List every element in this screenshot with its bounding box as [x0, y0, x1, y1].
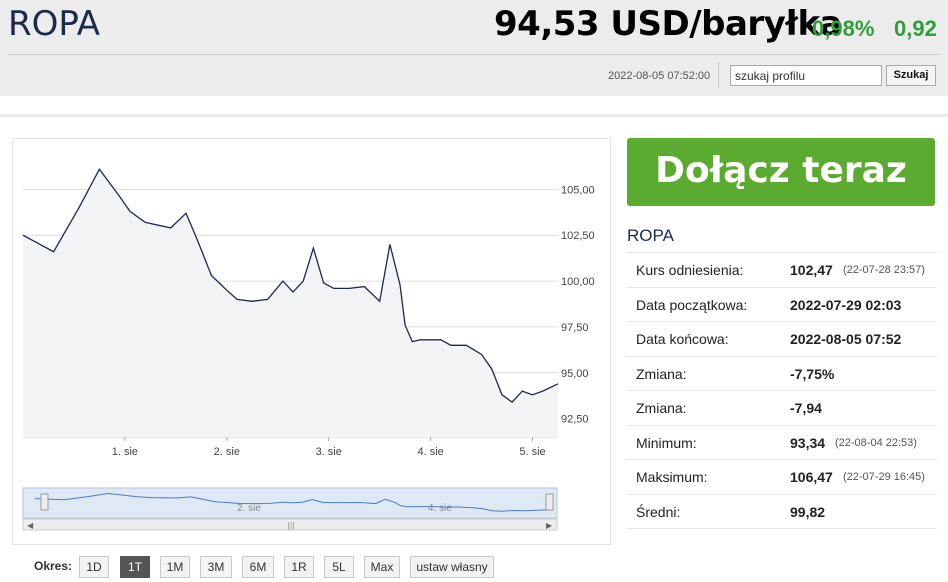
search-input[interactable]	[730, 65, 882, 86]
scroll-right-icon: ▶	[546, 521, 553, 530]
info-detail: (22-07-28 23:57)	[843, 264, 925, 276]
info-label: Średni:	[636, 503, 681, 520]
info-value: 93,34	[790, 434, 826, 451]
info-value: 99,82	[790, 503, 826, 520]
y-tick-label: 100,00	[561, 276, 595, 288]
info-label: Zmiana:	[636, 365, 687, 382]
price-area	[23, 169, 558, 437]
info-value: 2022-07-29 02:03	[790, 296, 902, 313]
quote-timestamp: 2022-08-05 07:52:00	[608, 70, 711, 82]
join-now-button[interactable]: Dołącz teraz	[627, 138, 935, 206]
info-label: Kurs odniesienia:	[636, 262, 744, 278]
header-divider	[8, 54, 940, 55]
navigator-tick-label: 2. sie	[237, 503, 261, 514]
info-row-end-date: Data końcowa: 2022-08-05 07:52	[627, 322, 937, 357]
info-value: -7,94	[790, 400, 822, 416]
info-label: Data początkowa:	[636, 296, 748, 313]
section-divider	[0, 114, 948, 117]
period-button-1d[interactable]: 1D	[79, 556, 109, 578]
info-row-minimum: Minimum: 93,34 (22-08-04 22:53)	[627, 426, 937, 460]
navigator-tick-label: 4. sie	[428, 503, 452, 514]
change-absolute: 0,92	[894, 16, 937, 41]
scroll-left-icon: ◀	[27, 521, 34, 530]
period-button-max[interactable]: Max	[364, 556, 400, 578]
instrument-title: ROPA	[8, 4, 100, 44]
y-tick-label: 102,50	[561, 230, 595, 242]
period-button-1m[interactable]: 1M	[160, 556, 190, 578]
period-button-6m[interactable]: 6M	[242, 556, 274, 578]
info-label: Zmiana:	[636, 400, 687, 416]
x-tick-label: 4. sie	[417, 446, 443, 458]
navigator-handle[interactable]	[545, 493, 554, 511]
period-button-1t[interactable]: 1T	[120, 556, 150, 578]
current-price: 94,53 USD/baryłka	[494, 4, 843, 44]
info-value: 106,47	[790, 469, 833, 485]
info-row-change-pct: Zmiana: -7,75%	[627, 357, 937, 391]
x-tick-label: 2. sie	[214, 446, 240, 458]
info-row-reference: Kurs odniesienia: 102,47 (22-07-28 23:57…	[627, 253, 937, 288]
period-label: Okres:	[34, 559, 73, 573]
period-button-1r[interactable]: 1R	[284, 556, 314, 578]
info-value: -7,75%	[790, 365, 835, 382]
info-label: Maksimum:	[636, 469, 708, 485]
info-row-maximum: Maksimum: 106,47 (22-07-29 16:45)	[627, 460, 937, 495]
info-title: ROPA	[627, 226, 674, 245]
info-value: 2022-08-05 07:52	[790, 331, 902, 347]
info-row-start-date: Data początkowa: 2022-07-29 02:03	[627, 288, 937, 322]
y-tick-label: 97,50	[561, 322, 589, 334]
info-detail: (22-07-29 16:45)	[843, 471, 925, 483]
info-label: Data końcowa:	[636, 331, 729, 347]
info-row-average: Średni: 99,82	[627, 495, 937, 529]
info-table: Kurs odniesienia: 102,47 (22-07-28 23:57…	[627, 252, 937, 529]
change-percent: 0,98%	[812, 16, 875, 41]
vertical-divider	[718, 62, 719, 88]
period-button-3m[interactable]: 3M	[200, 556, 232, 578]
scroll-grip-icon: |||	[287, 521, 295, 530]
period-button-custom[interactable]: ustaw własny	[410, 556, 494, 578]
info-row-change-abs: Zmiana: -7,94	[627, 391, 937, 426]
x-tick-label: 5. sie	[519, 446, 545, 458]
y-tick-label: 105,00	[561, 184, 595, 196]
x-tick-label: 1. sie	[112, 446, 138, 458]
info-detail: (22-08-04 22:53)	[835, 436, 917, 449]
navigator-handle[interactable]	[40, 493, 49, 511]
quote-header: ROPA 94,53 USD/baryłka 0,98% 0,92 2022-0…	[0, 0, 948, 96]
x-tick-label: 3. sie	[316, 446, 342, 458]
price-chart[interactable]: 105,00 102,50 100,00 97,50 95,00 92,50 1. sie 2…	[12, 138, 611, 545]
info-value: 102,47	[790, 262, 833, 278]
chart-canvas: 105,00 102,50 100,00 97,50 95,00 92,50 1. sie 2…	[22, 167, 595, 531]
info-label: Minimum:	[636, 434, 697, 451]
search-button[interactable]: Szukaj	[886, 65, 936, 86]
period-button-5l[interactable]: 5L	[324, 556, 354, 578]
y-tick-label: 92,50	[561, 414, 589, 426]
y-tick-label: 95,00	[561, 368, 589, 380]
